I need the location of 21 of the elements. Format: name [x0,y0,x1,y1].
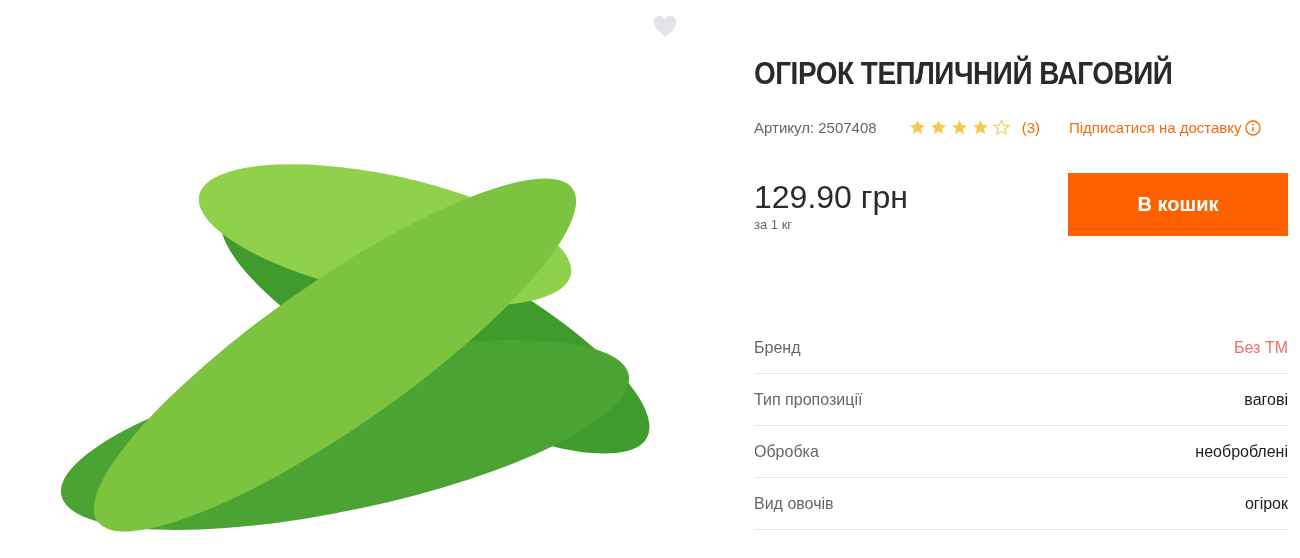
spec-label: Бренд [754,338,801,357]
empty-star-icon [992,119,1010,136]
star-icon [908,119,926,136]
spec-value: огірок [1244,494,1288,513]
star-icon [950,119,968,136]
price-unit: за 1 кг [754,217,794,232]
spec-link[interactable]: Без ТМ [1234,338,1288,357]
product-title: ОГІРОК ТЕПЛИЧНИЙ ВАГОВИЙ [754,56,1174,92]
star-icon [971,119,989,136]
star-icon [929,119,947,136]
spec-label: Тип пропозиції [754,390,863,409]
reviews-link[interactable]: (3) [1021,119,1040,136]
add-to-cart-button[interactable]: В кошик [1068,173,1288,236]
spec-label: Вид овочів [754,494,834,513]
spec-label: Обробка [754,442,819,461]
info-icon[interactable] [1244,119,1261,136]
price: 129.90 грн [754,179,908,216]
spec-value: необроблені [1195,442,1288,461]
sku-text: Артикул: 2507408 [754,119,877,136]
spec-value: вагові [1244,390,1288,409]
subscribe-link[interactable]: Підписатися на доставку [1069,119,1242,136]
